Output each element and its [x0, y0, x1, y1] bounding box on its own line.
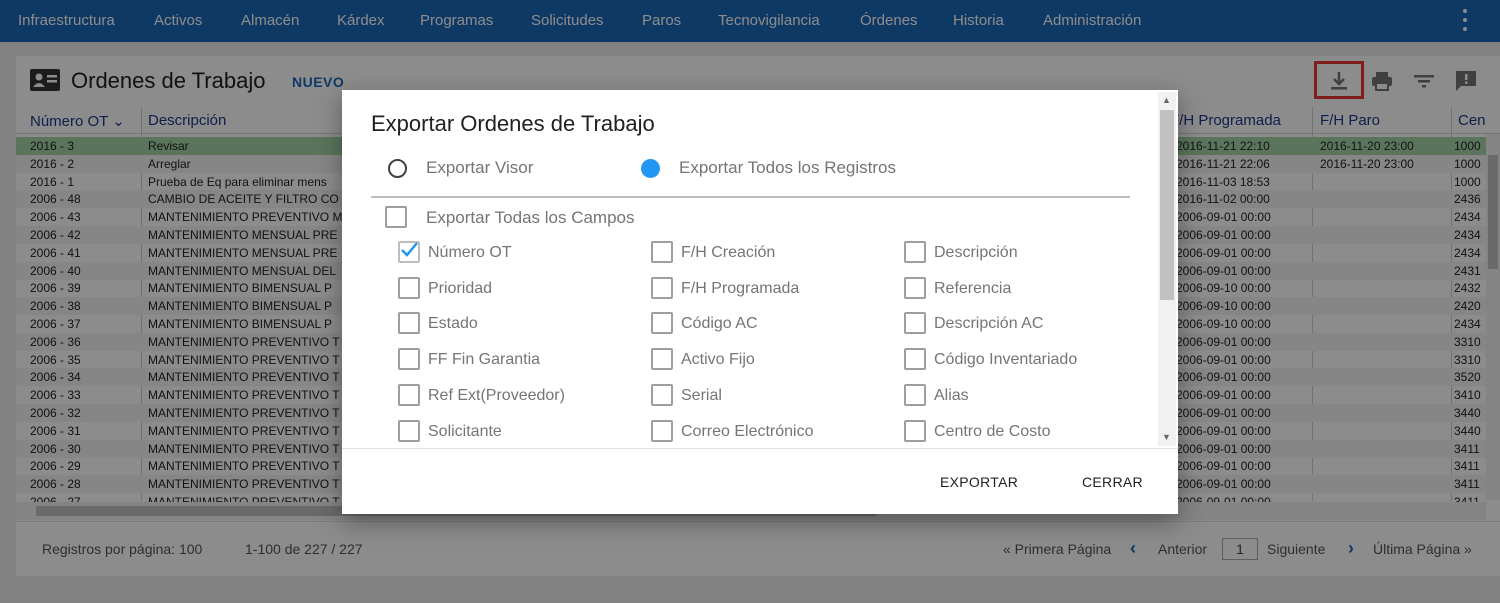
field-checkbox[interactable] — [651, 312, 673, 335]
dialog-actions-divider — [342, 448, 1178, 449]
dialog-title: Exportar Ordenes de Trabajo — [371, 111, 655, 136]
field-label[interactable]: F/H Creación — [681, 244, 775, 262]
field-checkbox[interactable] — [651, 383, 673, 406]
field-checkbox[interactable] — [398, 312, 420, 335]
field-checkbox[interactable] — [904, 241, 926, 263]
field-label[interactable]: Correo Electrónico — [681, 423, 814, 441]
export-viewer-radio[interactable] — [388, 159, 407, 178]
export-dialog — [342, 90, 1178, 514]
field-label[interactable]: Solicitante — [428, 423, 502, 441]
field-label[interactable]: F/H Programada — [681, 280, 799, 298]
field-label[interactable]: Código AC — [681, 315, 758, 333]
field-label[interactable]: Serial — [681, 387, 722, 405]
field-checkbox[interactable] — [904, 276, 926, 299]
field-checkbox[interactable] — [398, 241, 420, 263]
export-all-records-label[interactable]: Exportar Todos los Registros — [679, 158, 896, 178]
field-label[interactable]: Ref Ext(Proveedor) — [428, 387, 565, 405]
field-checkbox[interactable] — [651, 276, 673, 299]
field-label[interactable]: Descripción AC — [934, 315, 1043, 333]
dialog-divider — [371, 196, 1130, 198]
field-label[interactable]: Descripción — [934, 244, 1018, 262]
field-checkbox[interactable] — [651, 348, 673, 371]
scroll-down-arrow-icon[interactable]: ▼ — [1162, 432, 1171, 442]
check-icon — [401, 242, 418, 257]
field-checkbox[interactable] — [904, 312, 926, 335]
field-label[interactable]: Estado — [428, 315, 478, 333]
field-checkbox[interactable] — [651, 241, 673, 263]
field-checkbox[interactable] — [651, 419, 673, 442]
field-label[interactable]: Centro de Costo — [934, 423, 1051, 441]
scroll-up-arrow-icon[interactable]: ▲ — [1162, 95, 1171, 105]
field-checkbox[interactable] — [398, 419, 420, 442]
close-button[interactable]: CERRAR — [1082, 474, 1143, 490]
field-checkbox[interactable] — [904, 383, 926, 406]
field-checkbox[interactable] — [398, 383, 420, 406]
field-checkbox[interactable] — [904, 348, 926, 371]
field-label[interactable]: Prioridad — [428, 280, 492, 298]
export-all-records-radio[interactable] — [641, 159, 660, 178]
export-viewer-label[interactable]: Exportar Visor — [426, 158, 533, 178]
field-checkbox[interactable] — [904, 419, 926, 442]
field-label[interactable]: Número OT — [428, 244, 512, 262]
field-label[interactable]: Referencia — [934, 280, 1011, 298]
export-all-fields-label[interactable]: Exportar Todas los Campos — [426, 208, 635, 228]
field-label[interactable]: Alias — [934, 387, 969, 405]
dialog-scroll-thumb[interactable] — [1160, 110, 1174, 300]
export-button[interactable]: EXPORTAR — [940, 474, 1018, 490]
field-checkbox[interactable] — [398, 276, 420, 299]
export-all-fields-checkbox[interactable] — [385, 206, 407, 228]
field-checkbox[interactable] — [398, 348, 420, 371]
field-label[interactable]: Código Inventariado — [934, 351, 1077, 369]
field-label[interactable]: FF Fin Garantia — [428, 351, 540, 369]
field-label[interactable]: Activo Fijo — [681, 351, 755, 369]
